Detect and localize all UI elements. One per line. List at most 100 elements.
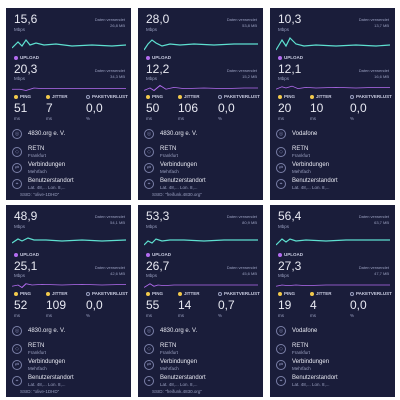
packet-loss-value: 0,7 bbox=[218, 298, 235, 312]
download-data-used: 63,7 MB bbox=[374, 220, 389, 225]
packet-loss-dot-icon bbox=[350, 94, 354, 99]
connections-icon: ⇄ bbox=[144, 163, 154, 173]
upload-dot-icon bbox=[278, 55, 282, 60]
upload-unit: Mbps bbox=[14, 273, 26, 278]
upload-value: 12,1 bbox=[278, 62, 302, 76]
provider-name: Vodafone bbox=[292, 328, 318, 334]
provider-row[interactable]: ◎ Vodafone bbox=[276, 124, 390, 144]
user-location-row[interactable]: ⌖ Benutzerstandort Lat. 48,... Lon. 8,..… bbox=[144, 371, 258, 391]
server-icon: ◇ bbox=[12, 147, 22, 157]
ping-dot-icon bbox=[278, 291, 282, 296]
ping-label: PING bbox=[20, 291, 32, 296]
connections-icon: ⇄ bbox=[276, 163, 286, 173]
packet-loss-label: PAKETVERLUST bbox=[356, 94, 392, 99]
provider-row[interactable]: ◎ 4830.org e. V. bbox=[12, 321, 126, 341]
download-graph bbox=[12, 38, 126, 49]
user-location-row[interactable]: ⌖ Benutzerstandort Lat. 48,... Lon. 8,..… bbox=[276, 371, 390, 391]
provider-row[interactable]: ◎ 4830.org e. V. bbox=[144, 321, 258, 341]
ping-unit: ms bbox=[278, 313, 284, 318]
packet-loss-dot-icon bbox=[86, 94, 90, 99]
jitter-value: 109 bbox=[46, 298, 67, 312]
download-graph bbox=[276, 238, 390, 246]
packet-loss-unit: % bbox=[218, 116, 223, 121]
ping-value: 51 bbox=[14, 101, 28, 115]
speedtest-card: 28,0 Mbps Daten verwendet 53,8 MB UPLOAD… bbox=[138, 8, 263, 200]
connections-icon: ⇄ bbox=[12, 360, 22, 370]
packet-loss-label: PAKETVERLUST bbox=[224, 94, 260, 99]
packet-loss-metric: PAKETVERLUST 0,0 % bbox=[86, 291, 128, 318]
provider-name: 4830.org e. V. bbox=[28, 131, 66, 137]
upload-label: UPLOAD bbox=[20, 252, 39, 257]
upload-data-used: 42,6 MB bbox=[110, 271, 125, 276]
upload-unit: Mbps bbox=[14, 76, 26, 81]
packet-loss-metric: PAKETVERLUST 0,0 % bbox=[350, 94, 392, 121]
jitter-dot-icon bbox=[310, 94, 314, 99]
jitter-unit: ms bbox=[178, 313, 184, 318]
packet-loss-label: PAKETVERLUST bbox=[224, 291, 260, 296]
jitter-unit: ms bbox=[310, 116, 316, 121]
ping-metric: PING 50 ms bbox=[146, 94, 163, 121]
user-location-coords: Lat. 48,... Lon. 8,... bbox=[160, 185, 198, 190]
provider-row[interactable]: ◎ Vodafone bbox=[276, 321, 390, 341]
packet-loss-value: 0,0 bbox=[86, 101, 103, 115]
upload-label: UPLOAD bbox=[152, 252, 171, 257]
server-name: RETN bbox=[292, 146, 309, 152]
packet-loss-metric: PAKETVERLUST 0,0 % bbox=[86, 94, 128, 121]
speedtest-card: 53,3 Mbps Daten verwendet 80,9 MB UPLOAD… bbox=[138, 205, 263, 397]
globe-icon: ◎ bbox=[276, 326, 286, 336]
packet-loss-unit: % bbox=[86, 116, 91, 121]
upload-unit: Mbps bbox=[146, 76, 158, 81]
provider-name: 4830.org e. V. bbox=[160, 328, 198, 334]
provider-row[interactable]: ◎ 4830.org e. V. bbox=[144, 124, 258, 144]
location-pin-icon: ⌖ bbox=[144, 376, 154, 386]
ping-value: 20 bbox=[278, 101, 292, 115]
user-location-coords: Lat. 48,... Lon. 8,... bbox=[292, 185, 330, 190]
upload-graph bbox=[144, 283, 258, 288]
provider-row[interactable]: ◎ 4830.org e. V. bbox=[12, 124, 126, 144]
jitter-dot-icon bbox=[46, 94, 50, 99]
upload-unit: Mbps bbox=[146, 273, 158, 278]
connections-title: Verbindungen bbox=[292, 359, 330, 365]
upload-heading: UPLOAD bbox=[278, 252, 303, 257]
user-location-row[interactable]: ⌖ Benutzerstandort Lat. 48,... Lon. 8,..… bbox=[144, 174, 258, 194]
globe-icon: ◎ bbox=[12, 326, 22, 336]
download-value: 53,3 bbox=[146, 209, 170, 223]
user-location-title: Benutzerstandort bbox=[292, 375, 338, 381]
server-name: RETN bbox=[160, 343, 177, 349]
download-data-used-label: Daten verwendet bbox=[226, 17, 257, 22]
upload-data-used-label: Daten verwendet bbox=[358, 265, 389, 270]
server-icon: ◇ bbox=[276, 147, 286, 157]
user-location-title: Benutzerstandort bbox=[160, 178, 206, 184]
user-location-row[interactable]: ⌖ Benutzerstandort Lat. 48,... Lon. 8,..… bbox=[276, 174, 390, 194]
connections-title: Verbindungen bbox=[160, 359, 198, 365]
user-location-row[interactable]: ⌖ Benutzerstandort Lat. 48,... Lon. 8,..… bbox=[12, 174, 126, 194]
upload-data-used-label: Daten verwendet bbox=[94, 265, 125, 270]
jitter-label: JITTER bbox=[184, 291, 200, 296]
speedtest-card: 10,3 Mbps Daten verwendet 13,7 MB UPLOAD… bbox=[270, 8, 395, 200]
ping-dot-icon bbox=[146, 94, 150, 99]
packet-loss-unit: % bbox=[86, 313, 91, 318]
user-location-title: Benutzerstandort bbox=[292, 178, 338, 184]
ping-unit: ms bbox=[146, 116, 152, 121]
download-data-used-label: Daten verwendet bbox=[358, 214, 389, 219]
upload-heading: UPLOAD bbox=[146, 55, 171, 60]
globe-icon: ◎ bbox=[12, 129, 22, 139]
provider-name: 4830.org e. V. bbox=[160, 131, 198, 137]
upload-label: UPLOAD bbox=[284, 55, 303, 60]
globe-icon: ◎ bbox=[144, 129, 154, 139]
jitter-metric: JITTER 109 ms bbox=[46, 291, 68, 318]
packet-loss-label: PAKETVERLUST bbox=[356, 291, 392, 296]
download-data-used-label: Daten verwendet bbox=[94, 17, 125, 22]
user-location-row[interactable]: ⌖ Benutzerstandort Lat. 48,... Lon. 8,..… bbox=[12, 371, 126, 391]
ping-dot-icon bbox=[14, 291, 18, 296]
download-value: 28,0 bbox=[146, 12, 170, 26]
jitter-value: 106 bbox=[178, 101, 199, 115]
ping-dot-icon bbox=[146, 291, 150, 296]
jitter-unit: ms bbox=[46, 116, 52, 121]
jitter-label: JITTER bbox=[52, 94, 68, 99]
jitter-metric: JITTER 106 ms bbox=[178, 94, 200, 121]
upload-dot-icon bbox=[146, 252, 150, 257]
download-data-used: 54,1 MB bbox=[110, 220, 125, 225]
download-value: 15,6 bbox=[14, 12, 38, 26]
jitter-metric: JITTER 14 ms bbox=[178, 291, 200, 318]
